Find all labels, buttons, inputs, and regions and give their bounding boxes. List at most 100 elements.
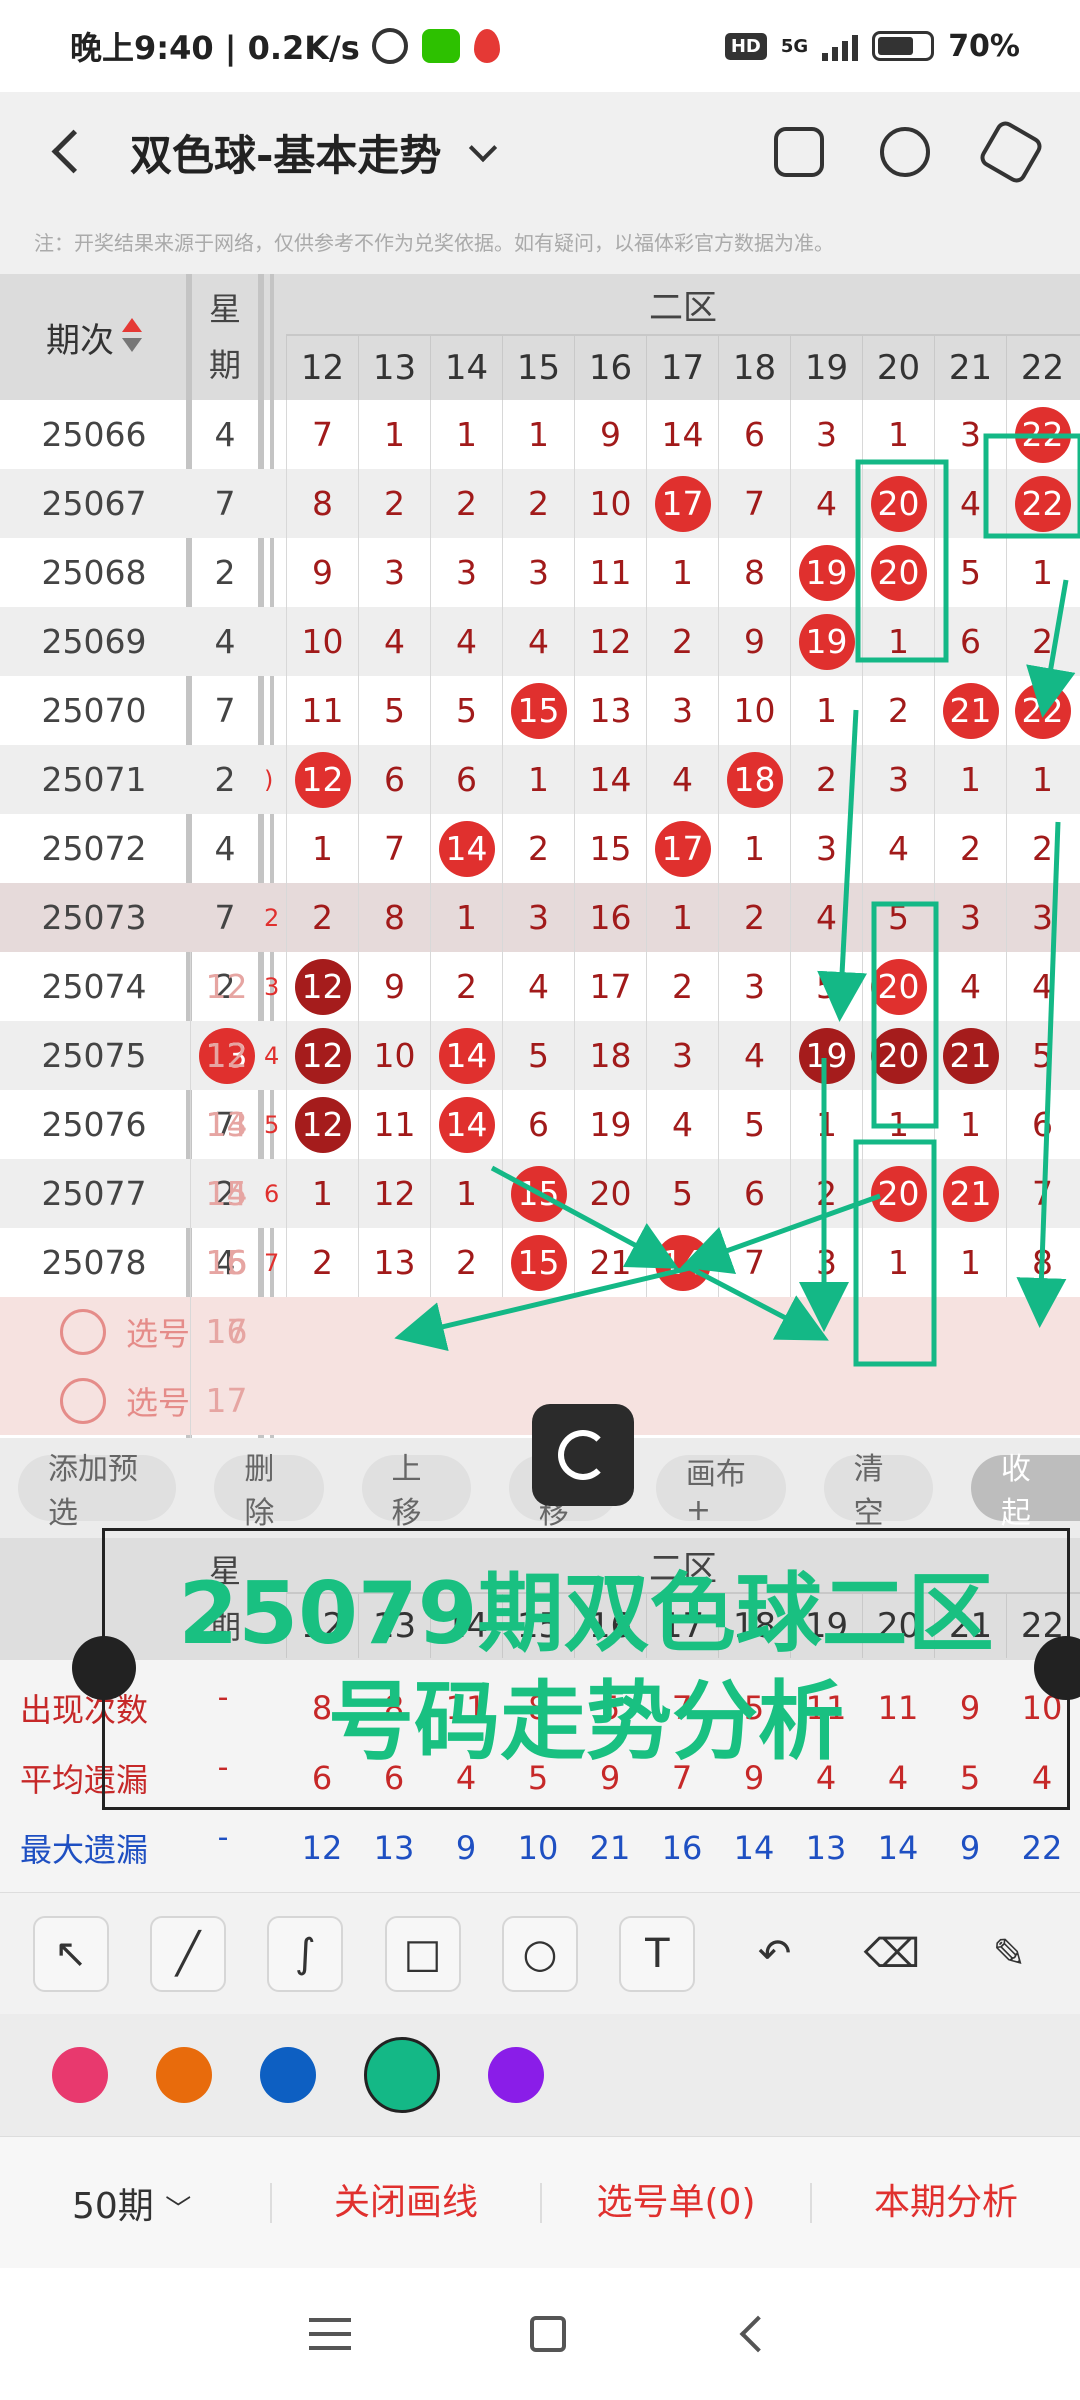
refresh-button[interactable]: [532, 1404, 634, 1506]
eraser-icon[interactable]: ⌫: [854, 1916, 930, 1992]
color-swatch[interactable]: [364, 2037, 440, 2113]
number-cell[interactable]: 12: [286, 952, 358, 1021]
pick-cell[interactable]: 12: [190, 1021, 262, 1090]
number-cell[interactable]: 2: [502, 814, 574, 883]
number-cell[interactable]: 17: [646, 469, 718, 538]
number-cell[interactable]: 1: [934, 1228, 1006, 1297]
number-cell[interactable]: 6: [718, 400, 790, 469]
number-cell[interactable]: 4: [502, 607, 574, 676]
number-cell[interactable]: 12: [574, 607, 646, 676]
number-cell[interactable]: 9: [718, 607, 790, 676]
number-cell[interactable]: 14: [430, 1021, 502, 1090]
pick-radio[interactable]: [60, 1377, 106, 1424]
menu-icon[interactable]: [309, 2318, 352, 2350]
number-cell[interactable]: 7: [358, 814, 430, 883]
number-cell[interactable]: 13: [358, 1228, 430, 1297]
analysis-button[interactable]: 本期分析: [810, 2182, 1080, 2223]
number-cell[interactable]: 7: [1006, 1159, 1078, 1228]
number-cell[interactable]: 22: [1006, 676, 1078, 745]
number-cell[interactable]: 1: [790, 1090, 862, 1159]
action-button-5[interactable]: 清空: [823, 1452, 933, 1531]
number-cell[interactable]: 5: [430, 676, 502, 745]
number-cell[interactable]: 20: [862, 1021, 934, 1090]
number-cell[interactable]: 15: [574, 814, 646, 883]
pick-cell[interactable]: 17: [190, 1366, 262, 1435]
number-cell[interactable]: 1: [790, 676, 862, 745]
number-cell[interactable]: 2: [430, 469, 502, 538]
number-cell[interactable]: 20: [862, 952, 934, 1021]
number-cell[interactable]: 7: [718, 1228, 790, 1297]
number-cell[interactable]: 5: [790, 952, 862, 1021]
number-cell[interactable]: 2: [430, 1228, 502, 1297]
number-cell[interactable]: 3: [790, 814, 862, 883]
sort-icon[interactable]: [122, 318, 142, 356]
issue-column-header[interactable]: 期次: [0, 274, 188, 400]
number-cell[interactable]: 11: [574, 538, 646, 607]
number-cell[interactable]: 3: [430, 538, 502, 607]
number-cell[interactable]: 3: [358, 538, 430, 607]
number-cell[interactable]: 1: [646, 883, 718, 952]
share-icon[interactable]: [880, 127, 930, 177]
number-cell[interactable]: 14: [430, 814, 502, 883]
number-cell[interactable]: 2: [502, 469, 574, 538]
number-cell[interactable]: 2: [718, 883, 790, 952]
number-cell[interactable]: 1: [1006, 745, 1078, 814]
number-cell[interactable]: 2: [1006, 607, 1078, 676]
number-cell[interactable]: 1: [1006, 538, 1078, 607]
number-cell[interactable]: 2: [862, 676, 934, 745]
number-cell[interactable]: 2: [430, 952, 502, 1021]
close-draw-button[interactable]: 关闭画线: [270, 2182, 540, 2223]
number-cell[interactable]: 2: [286, 1228, 358, 1297]
number-cell[interactable]: 4: [862, 814, 934, 883]
number-cell[interactable]: 5: [718, 1090, 790, 1159]
ticket-button[interactable]: 选号单(0): [540, 2182, 810, 2223]
number-cell[interactable]: 1: [502, 745, 574, 814]
number-cell[interactable]: 1: [646, 538, 718, 607]
number-cell[interactable]: 1: [862, 400, 934, 469]
undo-icon[interactable]: ↶: [737, 1916, 813, 1992]
number-cell[interactable]: 20: [574, 1159, 646, 1228]
number-cell[interactable]: 13: [574, 676, 646, 745]
number-cell[interactable]: 9: [358, 952, 430, 1021]
number-cell[interactable]: 20: [862, 538, 934, 607]
number-cell[interactable]: 1: [862, 607, 934, 676]
number-cell[interactable]: 4: [1006, 952, 1078, 1021]
number-cell[interactable]: 4: [790, 469, 862, 538]
arrow-tool-icon[interactable]: ↖: [32, 1915, 109, 1992]
number-cell[interactable]: 6: [502, 1090, 574, 1159]
number-cell[interactable]: 21: [574, 1228, 646, 1297]
number-cell[interactable]: 16: [574, 883, 646, 952]
action-button-2[interactable]: 上移: [361, 1452, 471, 1531]
number-cell[interactable]: 4: [502, 952, 574, 1021]
number-cell[interactable]: 4: [718, 1021, 790, 1090]
number-cell[interactable]: 10: [718, 676, 790, 745]
chevron-down-icon[interactable]: [465, 134, 501, 170]
number-cell[interactable]: 5: [358, 676, 430, 745]
number-cell[interactable]: 17: [574, 952, 646, 1021]
number-cell[interactable]: 17: [646, 814, 718, 883]
number-cell[interactable]: 1: [430, 883, 502, 952]
number-cell[interactable]: 3: [934, 883, 1006, 952]
number-cell[interactable]: 4: [646, 745, 718, 814]
number-cell[interactable]: 1: [286, 814, 358, 883]
number-cell[interactable]: 3: [502, 883, 574, 952]
number-cell[interactable]: 6: [718, 1159, 790, 1228]
number-cell[interactable]: 10: [574, 469, 646, 538]
number-cell[interactable]: 1: [502, 400, 574, 469]
line-tool-icon[interactable]: ╱: [149, 1915, 226, 1992]
number-cell[interactable]: 4: [790, 883, 862, 952]
resize-handle-left[interactable]: [72, 1636, 136, 1700]
number-cell[interactable]: 21: [934, 1021, 1006, 1090]
number-cell[interactable]: 1: [358, 400, 430, 469]
number-cell[interactable]: 2: [1006, 814, 1078, 883]
number-cell[interactable]: 2: [646, 952, 718, 1021]
circle-tool-icon[interactable]: ○: [501, 1915, 578, 1992]
number-cell[interactable]: 8: [286, 469, 358, 538]
number-cell[interactable]: 6: [358, 745, 430, 814]
number-cell[interactable]: 5: [862, 883, 934, 952]
number-cell[interactable]: 14: [574, 745, 646, 814]
pick-cell[interactable]: 12: [190, 952, 262, 1021]
number-cell[interactable]: 18: [718, 745, 790, 814]
action-button-1[interactable]: 删除: [214, 1452, 324, 1531]
number-cell[interactable]: 12: [286, 745, 358, 814]
